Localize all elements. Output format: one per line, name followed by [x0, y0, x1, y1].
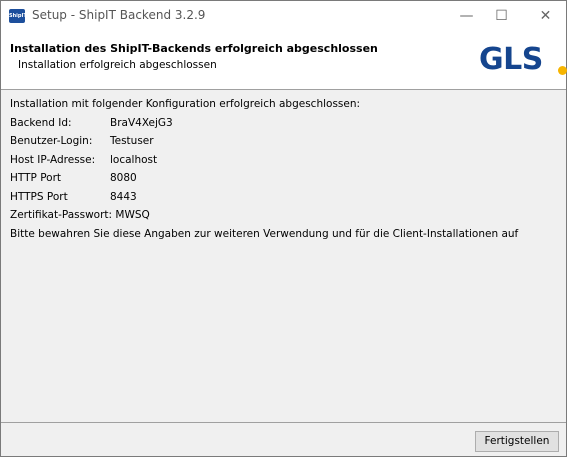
- config-label: HTTPS Port: [10, 190, 68, 203]
- gls-logo: GLS: [479, 42, 543, 77]
- config-value: BraV4XejG3: [110, 116, 173, 129]
- config-value: 8443: [110, 190, 137, 203]
- window-title: Setup - ShipIT Backend 3.2.9: [32, 8, 206, 22]
- title-bar[interactable]: ShipIT Setup - ShipIT Backend 3.2.9 — ☐ …: [1, 1, 566, 31]
- config-label: Backend Id:: [10, 116, 72, 129]
- config-label: Benutzer-Login:: [10, 135, 93, 147]
- config-value: 8080: [110, 172, 137, 184]
- header-title: Installation des ShipIT-Backends erfolgr…: [10, 42, 378, 55]
- config-label: Host IP-Adresse:: [10, 153, 96, 166]
- minimize-icon: —: [459, 8, 474, 24]
- config-label: HTTP Port: [10, 172, 62, 184]
- wizard-footer: Fertigstellen: [1, 423, 566, 456]
- certificate-password: Zertifikat-Passwort: MWSQ: [10, 209, 150, 221]
- summary-intro: Installation mit folgender Konfiguration…: [10, 98, 361, 110]
- app-icon: ShipIT: [9, 9, 27, 23]
- retention-note: Bitte bewahren Sie diese Angaben zur wei…: [10, 227, 519, 240]
- gls-logo-dot-icon: [558, 66, 567, 75]
- close-icon: ✕: [539, 8, 552, 24]
- config-value: localhost: [110, 153, 158, 166]
- setup-window: ShipIT Setup - ShipIT Backend 3.2.9 — ☐ …: [0, 0, 567, 457]
- wizard-header: Installation des ShipIT-Backends erfolgr…: [1, 31, 567, 90]
- header-subtitle: Installation erfolgreich abgeschlossen: [18, 59, 217, 71]
- close-button[interactable]: ✕: [523, 1, 567, 31]
- finish-button[interactable]: Fertigstellen: [475, 431, 559, 452]
- maximize-icon: ☐: [495, 8, 508, 24]
- config-value: Testuser: [110, 135, 154, 147]
- maximize-button[interactable]: ☐: [479, 1, 524, 31]
